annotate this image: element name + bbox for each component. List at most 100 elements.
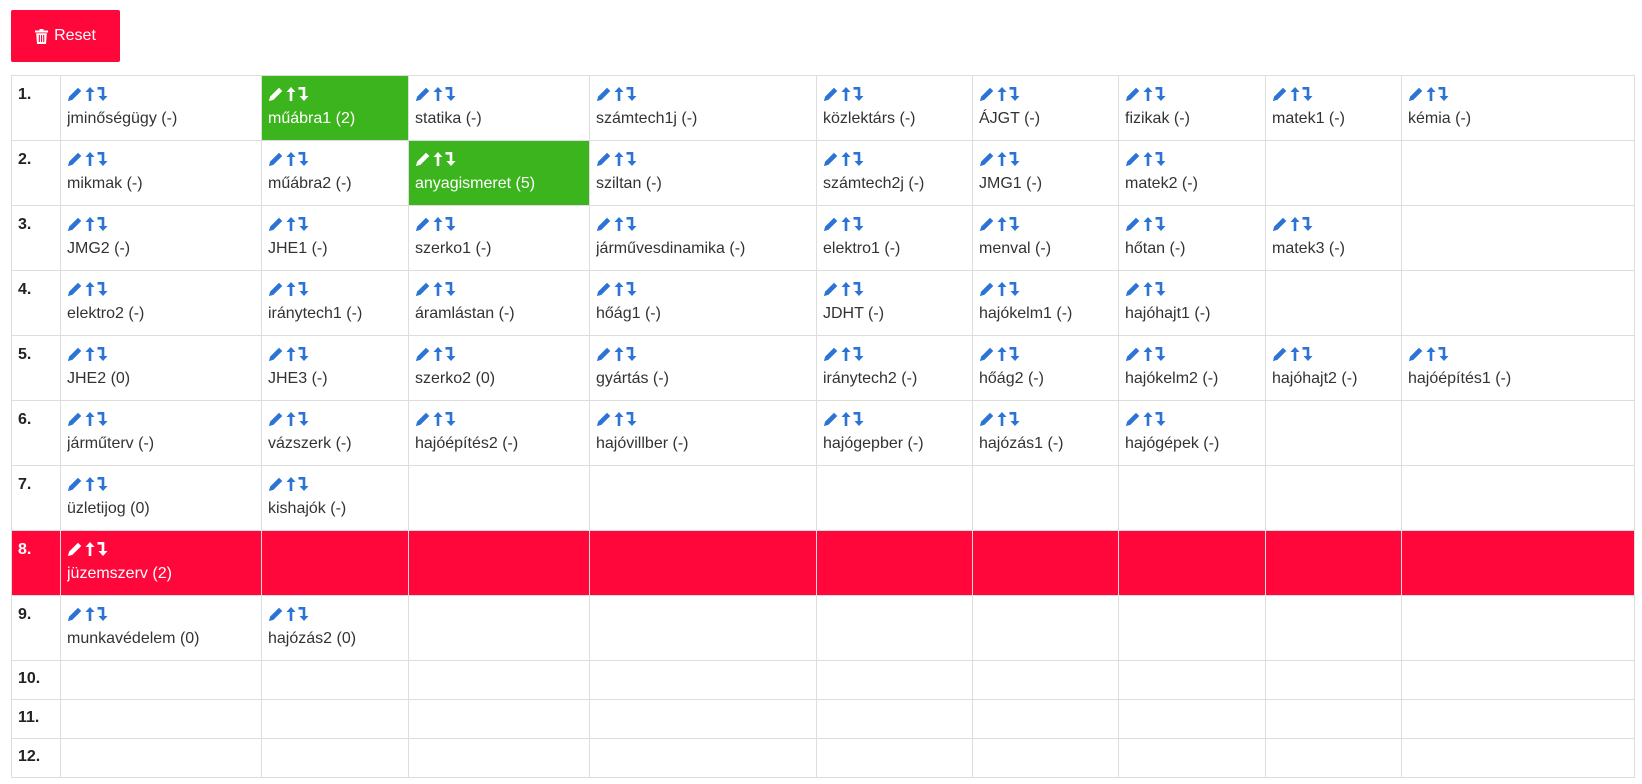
move-up-icon[interactable] — [85, 606, 95, 622]
subject-cell[interactable]: szerko1 (-) — [408, 205, 590, 271]
move-up-icon[interactable] — [841, 86, 851, 102]
move-down-icon[interactable] — [1155, 346, 1167, 362]
move-up-icon[interactable] — [841, 346, 851, 362]
move-down-icon[interactable] — [1302, 346, 1314, 362]
pencil-icon[interactable] — [268, 216, 284, 232]
pencil-icon[interactable] — [596, 216, 612, 232]
move-up-icon[interactable] — [85, 151, 95, 167]
move-up-icon[interactable] — [85, 476, 95, 492]
move-up-icon[interactable] — [1426, 346, 1436, 362]
subject-cell[interactable]: hajóhajt1 (-) — [1118, 270, 1266, 336]
move-down-icon[interactable] — [1009, 216, 1021, 232]
subject-cell[interactable]: vázszerk (-) — [261, 400, 409, 466]
move-down-icon[interactable] — [445, 411, 457, 427]
move-down-icon[interactable] — [1155, 411, 1167, 427]
move-up-icon[interactable] — [433, 86, 443, 102]
move-up-icon[interactable] — [85, 411, 95, 427]
move-up-icon[interactable] — [433, 281, 443, 297]
move-down-icon[interactable] — [298, 151, 310, 167]
subject-cell[interactable]: számtech1j (-) — [589, 75, 817, 141]
move-down-icon[interactable] — [626, 346, 638, 362]
move-down-icon[interactable] — [1155, 281, 1167, 297]
pencil-icon[interactable] — [67, 216, 83, 232]
move-down-icon[interactable] — [97, 86, 109, 102]
move-down-icon[interactable] — [298, 86, 310, 102]
subject-cell[interactable]: szerko2 (0) — [408, 335, 590, 401]
pencil-icon[interactable] — [67, 346, 83, 362]
subject-cell[interactable]: hajózás2 (0) — [261, 595, 409, 661]
subject-cell[interactable]: fizikak (-) — [1118, 75, 1266, 141]
pencil-icon[interactable] — [415, 281, 431, 297]
move-up-icon[interactable] — [1143, 411, 1153, 427]
subject-cell[interactable]: elektro2 (-) — [60, 270, 262, 336]
pencil-icon[interactable] — [268, 476, 284, 492]
subject-cell[interactable]: ÁJGT (-) — [972, 75, 1119, 141]
move-down-icon[interactable] — [1155, 216, 1167, 232]
pencil-icon[interactable] — [268, 86, 284, 102]
move-up-icon[interactable] — [1143, 86, 1153, 102]
move-up-icon[interactable] — [1426, 86, 1436, 102]
pencil-icon[interactable] — [596, 151, 612, 167]
move-down-icon[interactable] — [626, 411, 638, 427]
move-down-icon[interactable] — [1438, 86, 1450, 102]
move-up-icon[interactable] — [286, 411, 296, 427]
move-down-icon[interactable] — [853, 281, 865, 297]
subject-cell[interactable]: hajóépítés2 (-) — [408, 400, 590, 466]
move-up-icon[interactable] — [614, 86, 624, 102]
move-down-icon[interactable] — [298, 411, 310, 427]
subject-cell[interactable]: áramlástan (-) — [408, 270, 590, 336]
pencil-icon[interactable] — [979, 151, 995, 167]
move-down-icon[interactable] — [445, 216, 457, 232]
move-down-icon[interactable] — [853, 151, 865, 167]
pencil-icon[interactable] — [823, 346, 839, 362]
reset-button[interactable]: Reset — [11, 10, 120, 62]
pencil-icon[interactable] — [1408, 86, 1424, 102]
move-up-icon[interactable] — [841, 216, 851, 232]
move-up-icon[interactable] — [1290, 346, 1300, 362]
move-up-icon[interactable] — [1143, 216, 1153, 232]
move-down-icon[interactable] — [97, 476, 109, 492]
pencil-icon[interactable] — [268, 151, 284, 167]
subject-cell[interactable]: iránytech1 (-) — [261, 270, 409, 336]
move-up-icon[interactable] — [614, 216, 624, 232]
pencil-icon[interactable] — [268, 606, 284, 622]
subject-cell[interactable]: hajózás1 (-) — [972, 400, 1119, 466]
subject-cell[interactable]: iránytech2 (-) — [816, 335, 973, 401]
move-down-icon[interactable] — [97, 346, 109, 362]
pencil-icon[interactable] — [415, 151, 431, 167]
move-up-icon[interactable] — [1143, 281, 1153, 297]
move-up-icon[interactable] — [85, 216, 95, 232]
subject-cell[interactable]: járműterv (-) — [60, 400, 262, 466]
move-down-icon[interactable] — [853, 346, 865, 362]
pencil-icon[interactable] — [979, 216, 995, 232]
pencil-icon[interactable] — [1272, 346, 1288, 362]
pencil-icon[interactable] — [979, 86, 995, 102]
move-up-icon[interactable] — [997, 281, 1007, 297]
move-up-icon[interactable] — [433, 411, 443, 427]
pencil-icon[interactable] — [823, 411, 839, 427]
move-down-icon[interactable] — [1009, 281, 1021, 297]
subject-cell[interactable]: matek1 (-) — [1265, 75, 1402, 141]
subject-cell[interactable]: járművesdinamika (-) — [589, 205, 817, 271]
pencil-icon[interactable] — [268, 411, 284, 427]
move-up-icon[interactable] — [286, 151, 296, 167]
move-down-icon[interactable] — [1009, 86, 1021, 102]
pencil-icon[interactable] — [1272, 86, 1288, 102]
move-up-icon[interactable] — [997, 151, 1007, 167]
pencil-icon[interactable] — [596, 281, 612, 297]
pencil-icon[interactable] — [1125, 411, 1141, 427]
move-down-icon[interactable] — [97, 151, 109, 167]
move-down-icon[interactable] — [1009, 151, 1021, 167]
subject-cell[interactable]: gyártás (-) — [589, 335, 817, 401]
move-down-icon[interactable] — [298, 476, 310, 492]
move-down-icon[interactable] — [1438, 346, 1450, 362]
move-up-icon[interactable] — [614, 281, 624, 297]
move-down-icon[interactable] — [445, 346, 457, 362]
move-up-icon[interactable] — [433, 346, 443, 362]
pencil-icon[interactable] — [67, 606, 83, 622]
pencil-icon[interactable] — [1408, 346, 1424, 362]
move-down-icon[interactable] — [853, 411, 865, 427]
subject-cell[interactable]: mikmak (-) — [60, 140, 262, 206]
move-down-icon[interactable] — [298, 216, 310, 232]
pencil-icon[interactable] — [823, 281, 839, 297]
